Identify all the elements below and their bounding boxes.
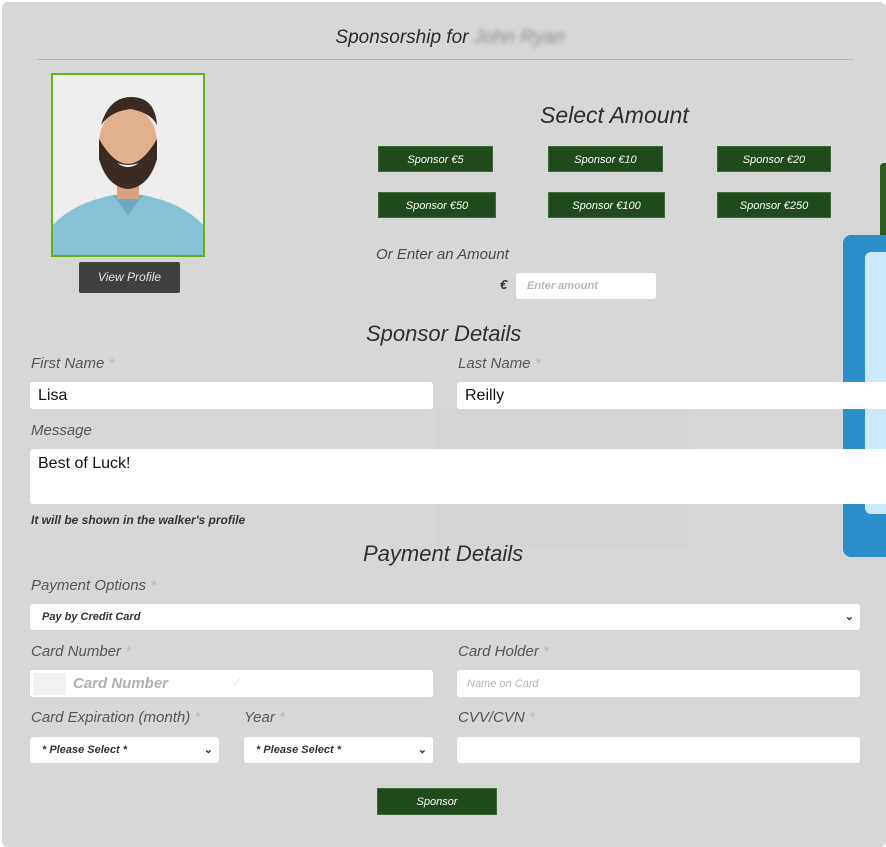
title-prefix: Sponsorship for [335,27,469,48]
page-title: Sponsorship for John Ryan [0,27,886,49]
custom-amount-label: Or Enter an Amount [376,246,509,263]
sponsor-20-button[interactable]: Sponsor €20 [717,146,831,172]
exp-month-label: Card Expiration (month) * [31,709,200,726]
required-mark: * [543,643,549,660]
chevron-down-icon: ⌄ [844,611,854,623]
last-name-label-text: Last Name [458,355,531,372]
year-label: Year * [244,709,285,726]
payment-options-label-text: Payment Options [31,577,147,594]
checkmark-icon: ✓ [231,674,243,690]
message-label: Message [31,422,92,439]
sponsoree-name: John Ryan [473,27,565,48]
profile-photo [51,73,205,257]
year-label-text: Year [244,709,275,726]
cvv-label: CVV/CVN * [458,709,535,726]
required-mark: * [108,355,115,372]
exp-month-select[interactable]: * Please Select * ⌄ [30,737,219,763]
required-mark: * [150,577,157,594]
first-name-field[interactable]: Lisa [30,382,433,409]
first-name-label-text: First Name [31,355,105,372]
chevron-down-icon: ⌄ [203,744,213,756]
year-value: * Please Select * [256,744,342,756]
payment-options-select[interactable]: Pay by Credit Card ⌄ [30,604,860,630]
card-number-placeholder: Card Number [73,675,169,692]
year-select[interactable]: * Please Select * ⌄ [244,737,433,763]
exp-month-label-text: Card Expiration (month) [31,709,191,726]
select-amount-heading: Select Amount [540,102,689,128]
currency-symbol: € [500,277,508,292]
required-mark: * [534,355,541,372]
message-note: It will be shown in the walker's profile [31,513,246,527]
custom-amount-input[interactable]: Enter amount [516,273,656,299]
first-name-label: First Name * [31,355,114,372]
message-field[interactable]: Best of Luck! [30,449,886,504]
card-holder-label-text: Card Holder [458,643,539,660]
sponsor-details-heading: Sponsor Details [366,321,522,346]
sponsor-100-button[interactable]: Sponsor €100 [548,192,665,218]
required-mark: * [279,709,285,726]
required-mark: * [528,709,535,726]
payment-options-label: Payment Options * [31,577,156,594]
card-brand-icon [33,673,66,695]
last-name-field[interactable]: Reilly [457,382,886,409]
sponsor-5-button[interactable]: Sponsor €5 [378,146,493,172]
payment-options-value: Pay by Credit Card [42,611,141,623]
sponsor-50-button[interactable]: Sponsor €50 [378,192,496,218]
required-mark: * [125,643,132,660]
last-name-label: Last Name * [458,355,541,372]
profile-photo-image [53,75,203,255]
sponsor-10-button[interactable]: Sponsor €10 [548,146,663,172]
required-mark: * [194,709,201,726]
card-number-label: Card Number * [31,643,131,660]
sponsor-submit-button[interactable]: Sponsor [377,788,497,815]
card-holder-label: Card Holder * [458,643,549,660]
exp-month-value: * Please Select * [42,744,128,756]
chevron-down-icon: ⌄ [417,744,427,756]
payment-details-heading: Payment Details [363,541,524,566]
cvv-field[interactable] [457,737,860,763]
card-holder-placeholder: Name on Card [467,678,539,690]
title-divider [37,59,853,60]
cvv-label-text: CVV/CVN [458,709,525,726]
sponsor-250-button[interactable]: Sponsor €250 [717,192,831,218]
card-number-label-text: Card Number [31,643,122,660]
view-profile-button[interactable]: View Profile [79,262,180,293]
